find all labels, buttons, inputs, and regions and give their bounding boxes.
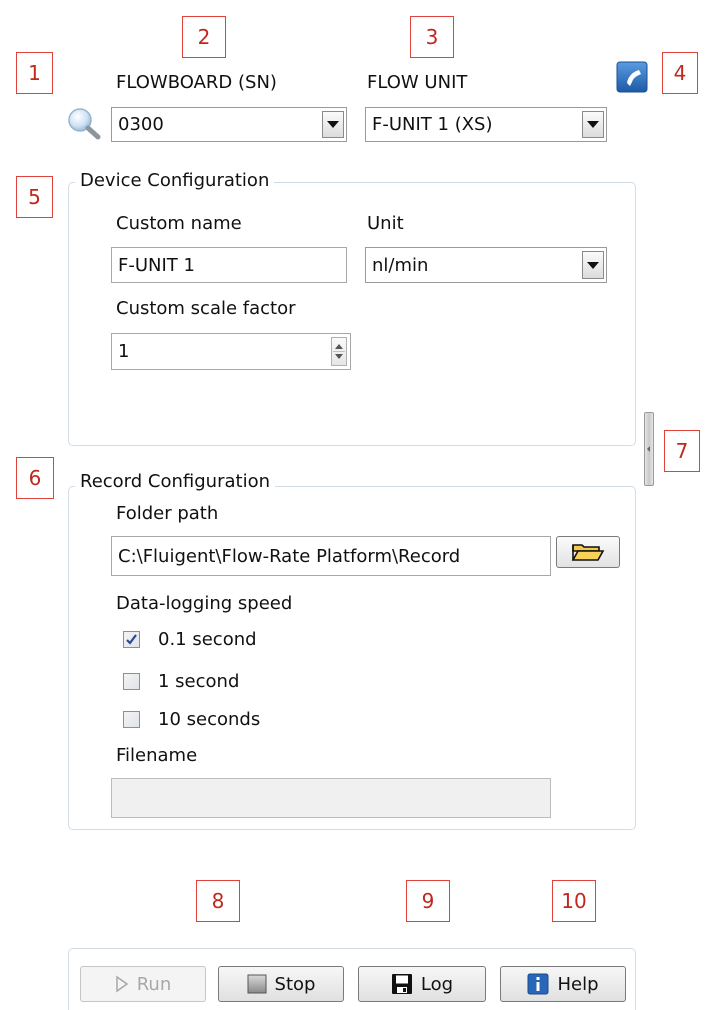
record-configuration-title: Record Configuration <box>75 471 275 492</box>
callout-3: 3 <box>410 16 454 58</box>
flowboard-value: 0300 <box>118 114 164 135</box>
log-button[interactable]: Log <box>358 966 486 1002</box>
callout-9: 9 <box>406 880 450 922</box>
custom-scale-value: 1 <box>118 341 130 362</box>
flowunit-select[interactable]: F-UNIT 1 (XS) <box>365 107 607 142</box>
folder-path-field[interactable]: C:\Fluigent\Flow-Rate Platform\Record <box>111 536 551 576</box>
folder-path-label: Folder path <box>116 503 219 524</box>
stop-label: Stop <box>274 973 316 995</box>
filename-field <box>111 778 551 818</box>
callout-5: 5 <box>16 176 53 218</box>
custom-name-label: Custom name <box>116 213 242 234</box>
run-label: Run <box>136 973 172 995</box>
help-label: Help <box>557 973 599 995</box>
callout-8: 8 <box>196 880 240 922</box>
unit-label: Unit <box>367 213 404 234</box>
callout-7: 7 <box>664 430 700 472</box>
callout-6: 6 <box>16 457 54 499</box>
unit-value: nl/min <box>372 254 429 276</box>
stop-icon <box>247 974 267 994</box>
callout-10: 10 <box>552 880 596 922</box>
custom-scale-label: Custom scale factor <box>116 298 296 319</box>
custom-name-value: F-UNIT 1 <box>118 254 195 276</box>
speed-checkbox-10[interactable] <box>123 711 140 728</box>
stepper-arrows-icon[interactable] <box>331 337 347 366</box>
flowboard-select[interactable]: 0300 <box>111 107 347 142</box>
browse-folder-button[interactable] <box>556 536 620 568</box>
data-logging-speed-label: Data-logging speed <box>116 593 293 614</box>
callout-2: 2 <box>182 16 226 58</box>
filename-label: Filename <box>116 745 198 766</box>
unit-select[interactable]: nl/min <box>365 247 607 283</box>
info-icon <box>527 973 549 995</box>
checkmark-icon <box>126 634 137 645</box>
flowboard-label: FLOWBOARD (SN) <box>116 72 277 93</box>
custom-name-field[interactable]: F-UNIT 1 <box>111 247 347 283</box>
chevron-down-icon[interactable] <box>322 111 344 138</box>
folder-path-value: C:\Fluigent\Flow-Rate Platform\Record <box>118 545 461 567</box>
speed-option-label: 1 second <box>158 671 240 692</box>
callout-4: 4 <box>662 52 698 94</box>
flowunit-value: F-UNIT 1 (XS) <box>372 114 493 135</box>
run-button[interactable]: Run <box>80 966 206 1002</box>
speed-option-label: 10 seconds <box>158 709 261 730</box>
flowunit-label: FLOW UNIT <box>367 72 468 93</box>
speed-option-label: 0.1 second <box>158 629 257 650</box>
phone-icon[interactable] <box>616 61 648 93</box>
chevron-down-icon[interactable] <box>582 111 604 138</box>
log-label: Log <box>420 973 454 995</box>
magnifier-icon[interactable] <box>64 106 106 142</box>
callout-1: 1 <box>16 52 53 94</box>
help-button[interactable]: Help <box>500 966 626 1002</box>
speed-checkbox-1[interactable] <box>123 673 140 690</box>
speed-checkbox-0-1[interactable] <box>123 631 140 648</box>
device-configuration-title: Device Configuration <box>75 170 275 191</box>
panel-splitter-handle[interactable] <box>644 412 654 486</box>
folder-open-icon <box>571 544 605 561</box>
save-disk-icon <box>391 974 412 994</box>
stop-button[interactable]: Stop <box>218 966 344 1002</box>
play-icon <box>115 975 129 993</box>
custom-scale-stepper[interactable]: 1 <box>111 333 351 370</box>
chevron-down-icon[interactable] <box>582 251 604 279</box>
